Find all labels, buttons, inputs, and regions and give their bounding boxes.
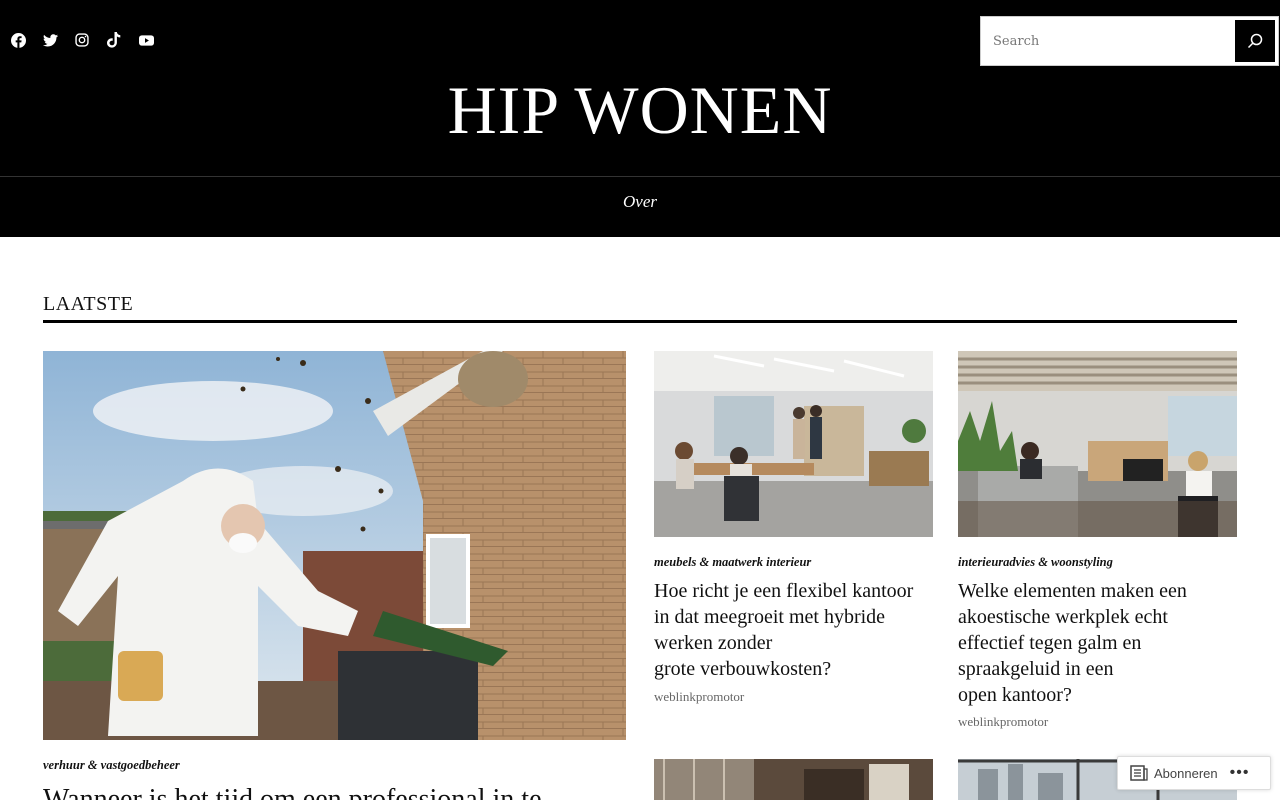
subscribe-label: Abonneren (1154, 765, 1218, 781)
search-box (980, 16, 1279, 66)
post-title-line: Hoe richt je een flexibel kantoor (654, 580, 914, 602)
post-image-acoustic-office[interactable] (958, 351, 1237, 537)
search-button[interactable] (1235, 20, 1275, 62)
post-title-line: spraakgeluid in een (958, 658, 1114, 680)
post-category[interactable]: verhuur & vastgoedbeheer (43, 758, 180, 773)
subscribe-button[interactable]: Abonneren (1118, 757, 1218, 789)
tiktok-icon[interactable] (106, 32, 122, 48)
post-title[interactable]: Hoe richt je een flexibel kantoor in dat… (654, 578, 934, 682)
post-image-wasp-nest[interactable] (43, 351, 626, 740)
social-links (10, 32, 154, 48)
post-author[interactable]: weblinkpromotor (654, 689, 744, 705)
more-options-button[interactable]: ••• (1230, 764, 1250, 782)
post-category[interactable]: meubels & maatwerk interieur (654, 555, 811, 570)
nav-item-over[interactable]: Over (623, 192, 657, 211)
post-title-line: werken zonder (654, 632, 773, 654)
post-image-open-office[interactable] (654, 351, 933, 537)
subscribe-widget: Abonneren ••• (1117, 756, 1271, 790)
post-title-line: open kantoor? (958, 684, 1072, 706)
search-input[interactable] (981, 17, 1235, 65)
post-title-line: grote verbouwkosten? (654, 658, 832, 680)
site-header: HIP WONEN Over (0, 0, 1280, 237)
post-author[interactable]: weblinkpromotor (958, 714, 1048, 730)
search-icon (1247, 33, 1263, 49)
site-title[interactable]: HIP WONEN (0, 70, 1280, 150)
post-title-line: Welke elementen maken een (958, 580, 1187, 602)
twitter-icon[interactable] (42, 32, 58, 48)
post-category[interactable]: interieuradvies & woonstyling (958, 555, 1113, 570)
section-title: LAATSTE (43, 293, 134, 315)
facebook-icon[interactable] (10, 32, 26, 48)
reader-icon (1130, 765, 1148, 781)
post-title-line: akoestische werkplek echt (958, 606, 1168, 628)
main-nav: Over (0, 192, 1280, 212)
post-image-cafe-interior[interactable] (654, 759, 933, 800)
post-title[interactable]: Wanneer is het tijd om een professional … (43, 784, 542, 800)
nav-divider (0, 176, 1280, 177)
post-title[interactable]: Welke elementen maken een akoestische we… (958, 578, 1238, 708)
post-title-line: effectief tegen galm en (958, 632, 1142, 654)
section-divider (43, 320, 1237, 323)
youtube-icon[interactable] (138, 32, 154, 48)
instagram-icon[interactable] (74, 32, 90, 48)
post-title-line: in dat meegroeit met hybride (654, 606, 886, 628)
